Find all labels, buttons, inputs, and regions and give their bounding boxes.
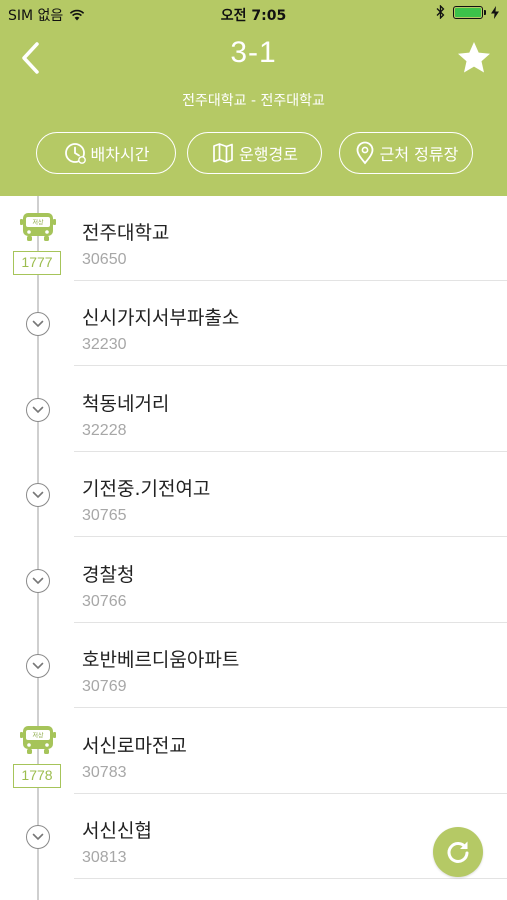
chevron-down-icon bbox=[32, 662, 44, 670]
expand-button[interactable] bbox=[26, 398, 50, 422]
chevron-down-icon bbox=[32, 491, 44, 499]
stop-code: 30650 bbox=[82, 251, 127, 268]
stop-name: 기전중.기전여고 bbox=[82, 478, 211, 500]
star-icon bbox=[458, 42, 490, 73]
route-map-button[interactable]: 운행경로 bbox=[187, 132, 322, 174]
chevron-down-icon bbox=[32, 577, 44, 585]
status-bar: SIM 없음 오전 7:05 bbox=[0, 0, 507, 28]
schedule-button[interactable]: 배차시간 bbox=[36, 132, 176, 174]
stop-name: 서신신협 bbox=[82, 820, 152, 842]
battery-icon bbox=[453, 5, 486, 19]
bus-number-badge: 1777 bbox=[13, 251, 61, 275]
bus-type-label: 저상 bbox=[32, 732, 44, 740]
stop-name: 호반베르디움아파트 bbox=[82, 649, 240, 671]
nearby-stops-button[interactable]: 근처 정류장 bbox=[339, 132, 473, 174]
charging-icon bbox=[491, 5, 499, 19]
expand-button[interactable] bbox=[26, 483, 50, 507]
favorite-button[interactable] bbox=[455, 39, 493, 77]
route-header: 3-1 전주대학교 - 전주대학교 배차시간 운행경로 근처 정류장 bbox=[0, 28, 507, 196]
route-map-button-label: 운행경로 bbox=[239, 145, 298, 164]
refresh-button[interactable] bbox=[433, 827, 483, 877]
stop-row-2[interactable]: 신시가지서부파출소 32230 bbox=[0, 281, 507, 366]
stop-row-7[interactable]: 저상 1778 서신로마전교 30783 bbox=[0, 709, 507, 794]
stop-name: 신시가지서부파출소 bbox=[82, 307, 240, 329]
expand-button[interactable] bbox=[26, 825, 50, 849]
status-time: 오전 7:05 bbox=[220, 8, 287, 24]
map-icon bbox=[213, 143, 233, 163]
stop-name: 서신로마전교 bbox=[82, 735, 187, 757]
bus-icon: 저상 bbox=[20, 213, 56, 241]
expand-button[interactable] bbox=[26, 312, 50, 336]
stop-name: 경찰청 bbox=[82, 564, 135, 586]
refresh-icon bbox=[447, 841, 469, 863]
schedule-button-label: 배차시간 bbox=[90, 145, 150, 164]
row-divider bbox=[74, 536, 507, 537]
route-endpoints: 전주대학교 - 전주대학교 bbox=[182, 93, 325, 109]
expand-button[interactable] bbox=[26, 654, 50, 678]
stop-code: 30765 bbox=[82, 507, 127, 524]
stop-name: 전주대학교 bbox=[82, 222, 170, 244]
stop-row-8[interactable]: 서신신협 30813 bbox=[0, 794, 507, 879]
chevron-down-icon bbox=[32, 406, 44, 414]
bluetooth-icon bbox=[436, 5, 445, 19]
nearby-stops-button-label: 근처 정류장 bbox=[379, 145, 459, 164]
status-right bbox=[436, 5, 499, 19]
stop-code: 30766 bbox=[82, 593, 127, 610]
stop-code: 30769 bbox=[82, 678, 127, 695]
stop-code: 30783 bbox=[82, 764, 127, 781]
chevron-down-icon bbox=[32, 320, 44, 328]
stop-row-4[interactable]: 기전중.기전여고 30765 bbox=[0, 452, 507, 537]
chevron-down-icon bbox=[32, 833, 44, 841]
row-divider bbox=[74, 365, 507, 366]
stop-row-5[interactable]: 경찰청 30766 bbox=[0, 538, 507, 623]
stop-row-3[interactable]: 척동네거리 32228 bbox=[0, 367, 507, 452]
bus-number-badge: 1778 bbox=[13, 764, 61, 788]
stop-name: 척동네거리 bbox=[82, 393, 170, 415]
expand-button[interactable] bbox=[26, 569, 50, 593]
stop-list: 저상 1777 전주대학교 30650 신시가지서부파출소 32230 척동네거… bbox=[0, 196, 507, 900]
stop-row-1[interactable]: 저상 1777 전주대학교 30650 bbox=[0, 196, 507, 281]
row-divider bbox=[74, 878, 507, 879]
stop-code: 32228 bbox=[82, 422, 127, 439]
stop-code: 32230 bbox=[82, 336, 127, 353]
stop-row-6[interactable]: 호반베르디움아파트 30769 bbox=[0, 623, 507, 708]
row-divider bbox=[74, 707, 507, 708]
bus-icon: 저상 bbox=[20, 726, 56, 754]
route-number: 3-1 bbox=[230, 36, 277, 69]
bus-type-label: 저상 bbox=[32, 219, 44, 227]
clock-icon bbox=[64, 143, 86, 164]
location-pin-icon bbox=[356, 141, 374, 165]
stop-code: 30813 bbox=[82, 849, 127, 866]
